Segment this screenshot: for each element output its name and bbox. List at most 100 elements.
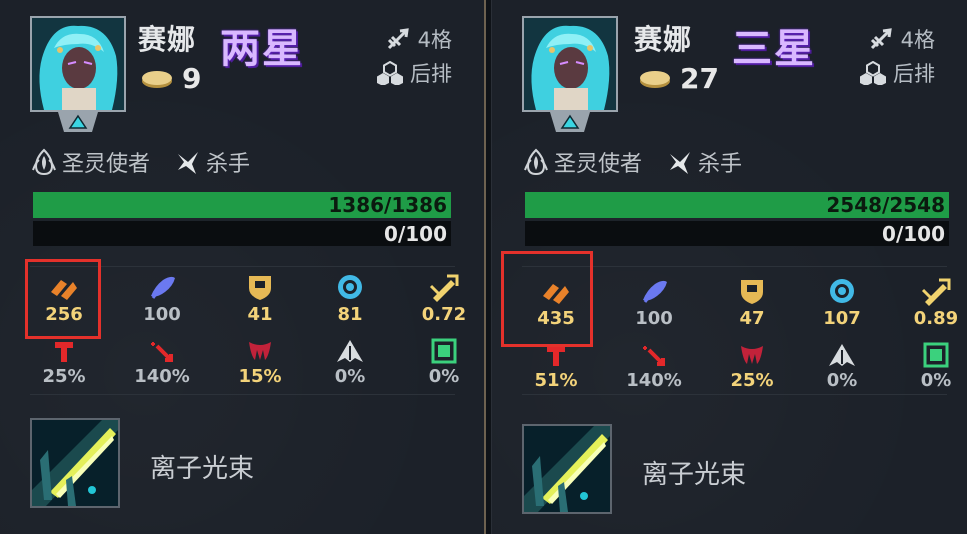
damage-reduction-icon [414, 338, 474, 364]
champion-panel-three-star: 赛娜 三星 27 4格 后排 圣灵使者 杀手 2548/2548 0/100 4… [492, 0, 967, 534]
divider-line [30, 394, 455, 395]
stat-attack-speed[interactable]: 0.89 [906, 276, 966, 329]
ability-power-icon [132, 272, 192, 302]
omnivamp-icon [722, 342, 782, 368]
health-text: 1386/1386 [328, 193, 447, 217]
stat-value: 0.89 [913, 308, 959, 329]
damage-reduction-icon [906, 342, 966, 368]
hex-position-icon [860, 61, 886, 85]
stat-armor[interactable]: 47 [722, 276, 782, 329]
trait-label: 圣灵使者 [62, 152, 151, 177]
trait-label: 杀手 [698, 152, 743, 177]
position-value: 后排 [893, 62, 935, 86]
health-bar: 1386/1386 [33, 192, 451, 218]
stat-armor[interactable]: 41 [230, 272, 290, 325]
champion-portrait[interactable] [30, 16, 126, 112]
item-name: 离子光束 [642, 460, 747, 490]
stat-dodge[interactable]: 0% [320, 338, 380, 387]
stat-crit-damage[interactable]: 140% [624, 342, 684, 391]
stat-ability-power[interactable]: 100 [132, 272, 192, 325]
omnivamp-icon [230, 338, 290, 364]
range-icon [870, 28, 892, 50]
champion-portrait[interactable] [522, 16, 618, 112]
item-slot[interactable] [522, 424, 612, 514]
attack-range: 4格 [869, 24, 935, 54]
crit-damage-icon [624, 342, 684, 368]
attack-damage-highlight [25, 259, 101, 339]
stat-value: 0% [428, 366, 460, 387]
champion-name: 赛娜 [138, 23, 197, 56]
stat-omnivamp[interactable]: 15% [230, 338, 290, 387]
assassin-icon [670, 152, 691, 174]
position-value: 后排 [410, 62, 452, 86]
stat-dodge[interactable]: 0% [812, 342, 872, 391]
range-value: 4格 [900, 28, 935, 52]
gold-coin-icon [142, 70, 172, 88]
divider-line [522, 394, 947, 395]
position: 后排 [859, 58, 935, 88]
cost-value: 9 [182, 62, 202, 95]
stat-value: 140% [134, 366, 190, 387]
stat-value: 107 [823, 308, 861, 329]
item-slot[interactable] [30, 418, 120, 508]
ion-beam-item-icon [524, 426, 610, 512]
spirit-icon [524, 148, 548, 176]
stat-crit-damage[interactable]: 140% [132, 338, 192, 387]
champion-panel-two-star: 赛娜 两星 9 4格 后排 圣灵使者 杀手 1386/1386 0/100 25… [0, 0, 484, 534]
stat-value: 0.72 [421, 304, 467, 325]
stat-value: 100 [635, 308, 673, 329]
stat-value: 100 [143, 304, 181, 325]
stat-value: 140% [626, 370, 682, 391]
ion-beam-item-icon [32, 420, 118, 506]
tier-badge-icon [550, 112, 590, 132]
stat-crit-chance[interactable]: 51% [526, 342, 586, 391]
gold-coin-icon [640, 70, 670, 88]
trait-label: 杀手 [206, 152, 251, 177]
stat-magic-resist[interactable]: 107 [812, 276, 872, 329]
spirit-icon [32, 148, 56, 176]
magic-resist-icon [812, 276, 872, 306]
trait-spirit[interactable]: 圣灵使者 [522, 146, 642, 178]
stat-value: 0% [334, 366, 366, 387]
stat-ability-power[interactable]: 100 [624, 276, 684, 329]
stat-damage-reduction[interactable]: 0% [906, 342, 966, 391]
stat-attack-speed[interactable]: 0.72 [414, 272, 474, 325]
assassin-icon [178, 152, 199, 174]
mana-text: 0/100 [882, 222, 945, 246]
stat-magic-resist[interactable]: 81 [320, 272, 380, 325]
tier-badge-icon [58, 112, 98, 132]
item-name: 离子光束 [150, 454, 255, 484]
range-value: 4格 [417, 28, 452, 52]
health-bar: 2548/2548 [525, 192, 949, 218]
trait-spirit[interactable]: 圣灵使者 [30, 146, 150, 178]
champion-name: 赛娜 [634, 23, 693, 56]
stat-value: 51% [534, 370, 578, 391]
champion-cost: 9 [140, 62, 201, 95]
mana-bar: 0/100 [33, 220, 451, 246]
stat-value: 25% [730, 370, 774, 391]
trait-label: 圣灵使者 [554, 152, 643, 177]
attack-damage-highlight [501, 251, 593, 347]
stat-value: 81 [337, 304, 363, 325]
attack-speed-icon [906, 276, 966, 306]
dodge-icon [812, 342, 872, 368]
stat-damage-reduction[interactable]: 0% [414, 338, 474, 387]
hex-position-icon [377, 61, 403, 85]
range-icon [387, 28, 409, 50]
health-text: 2548/2548 [826, 193, 945, 217]
champion-cost: 27 [638, 62, 719, 95]
crit-chance-icon [34, 338, 94, 364]
trait-list: 圣灵使者 杀手 [30, 146, 250, 178]
magic-resist-icon [320, 272, 380, 302]
stat-omnivamp[interactable]: 25% [722, 342, 782, 391]
stat-value: 0% [826, 370, 858, 391]
stat-value: 15% [238, 366, 282, 387]
stat-value: 47 [739, 308, 765, 329]
attack-speed-icon [414, 272, 474, 302]
stat-crit-chance[interactable]: 25% [34, 338, 94, 387]
crit-damage-icon [132, 338, 192, 364]
panel-divider [484, 0, 492, 534]
position: 后排 [376, 58, 452, 88]
trait-assassin[interactable]: 杀手 [174, 146, 250, 178]
trait-assassin[interactable]: 杀手 [666, 146, 742, 178]
